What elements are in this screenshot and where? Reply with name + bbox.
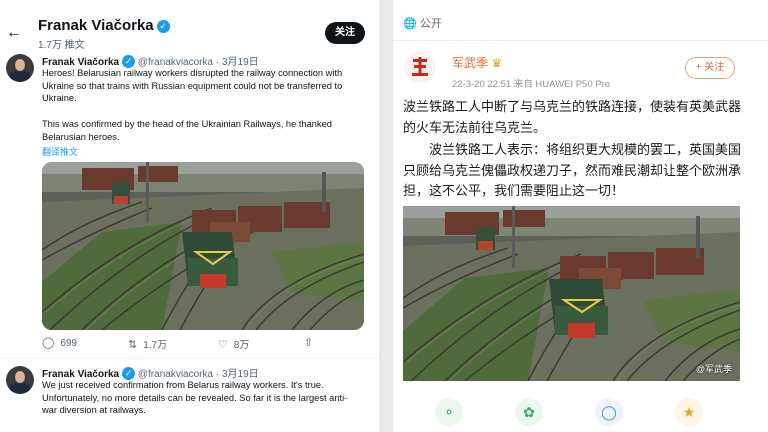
post-info: 22-3-20 22:51 来自 HUAWEI P50 Pro bbox=[452, 79, 611, 90]
tweet-actions: ◯ 699 ⇅ 1.7万 ♡ 8万 ⇧ bbox=[42, 336, 342, 352]
retweet-button[interactable]: ⇅ 1.7万 bbox=[128, 336, 167, 351]
tweet-text: Heroes! Belarusian railway workers disru… bbox=[42, 68, 343, 104]
post-text-2: 波兰铁路工人表示：将组织更大规模的罢工，英国美国只顾给乌克兰傀儡政权递刀子，然而… bbox=[403, 143, 742, 199]
moments-share-button[interactable]: ✿ bbox=[515, 398, 543, 426]
wechat-icon: ⚬ bbox=[443, 404, 455, 420]
tweet-text: We just received confirmation from Belar… bbox=[42, 380, 348, 416]
tweet-author: Franak Viačorka ✓ @franakviacorka · 3月19日 bbox=[42, 367, 259, 380]
share-button[interactable]: ⇧ bbox=[304, 336, 319, 349]
follow-button[interactable]: 关注 bbox=[325, 22, 365, 44]
twitter-panel: ← Franak Viačorka ✓ 1.7万 推文 关注 Franak Via… bbox=[0, 0, 378, 432]
avatar[interactable] bbox=[6, 366, 34, 394]
share-icon: ⇧ bbox=[304, 337, 314, 349]
globe-icon: 🌐 bbox=[403, 18, 417, 30]
reply-button[interactable]: ◯ 699 bbox=[42, 336, 77, 349]
wechat-share-button[interactable]: ⚬ bbox=[435, 398, 463, 426]
weibo-panel: 🌐 公开 军武季 ♛ 22-3-20 22:51 来自 HUAWEI P50 P… bbox=[393, 0, 768, 432]
like-button[interactable]: ♡ 8万 bbox=[218, 336, 249, 351]
translate-tweet-link[interactable]: 翻译推文 bbox=[42, 145, 78, 158]
moments-icon: ✿ bbox=[523, 404, 535, 420]
panel-divider bbox=[379, 0, 393, 432]
post-text: 波兰铁路工人中断了与乌克兰的铁路连接，使装有英美武器的火车无法前往乌克兰。 bbox=[403, 100, 742, 136]
divider bbox=[393, 40, 768, 41]
qzone-share-button[interactable]: ★ bbox=[675, 398, 703, 426]
verified-badge-icon: ✓ bbox=[156, 20, 170, 33]
user-name[interactable]: 军武季 ♛ bbox=[452, 54, 502, 71]
tweet-author: Franak Viačorka ✓ @franakviacorka · 3月19日 bbox=[42, 55, 259, 68]
train-photo[interactable] bbox=[42, 162, 364, 330]
qzone-icon: ★ bbox=[682, 404, 696, 420]
crown-icon: ♛ bbox=[491, 56, 503, 70]
heart-icon: ♡ bbox=[218, 339, 228, 351]
train-photo[interactable]: @军武季 bbox=[403, 206, 740, 381]
profile-header-name: Franak Viačorka ✓ bbox=[38, 17, 170, 34]
retweet-icon: ⇅ bbox=[128, 339, 138, 351]
avatar[interactable] bbox=[405, 52, 435, 82]
follow-button[interactable]: + 关注 bbox=[685, 57, 735, 79]
avatar[interactable] bbox=[6, 54, 34, 82]
reply-icon: ◯ bbox=[42, 337, 55, 349]
tweet-count: 1.7万 推文 bbox=[38, 40, 85, 51]
qq-icon: ◯ bbox=[601, 404, 617, 420]
qq-share-button[interactable]: ◯ bbox=[595, 398, 623, 426]
watermark: @军武季 bbox=[695, 364, 732, 374]
tweet-text-2: This was confirmed by the head of the Uk… bbox=[42, 119, 332, 142]
visibility-label: 🌐 公开 bbox=[403, 18, 442, 30]
divider bbox=[0, 358, 378, 359]
back-arrow-icon[interactable]: ← bbox=[6, 24, 22, 42]
